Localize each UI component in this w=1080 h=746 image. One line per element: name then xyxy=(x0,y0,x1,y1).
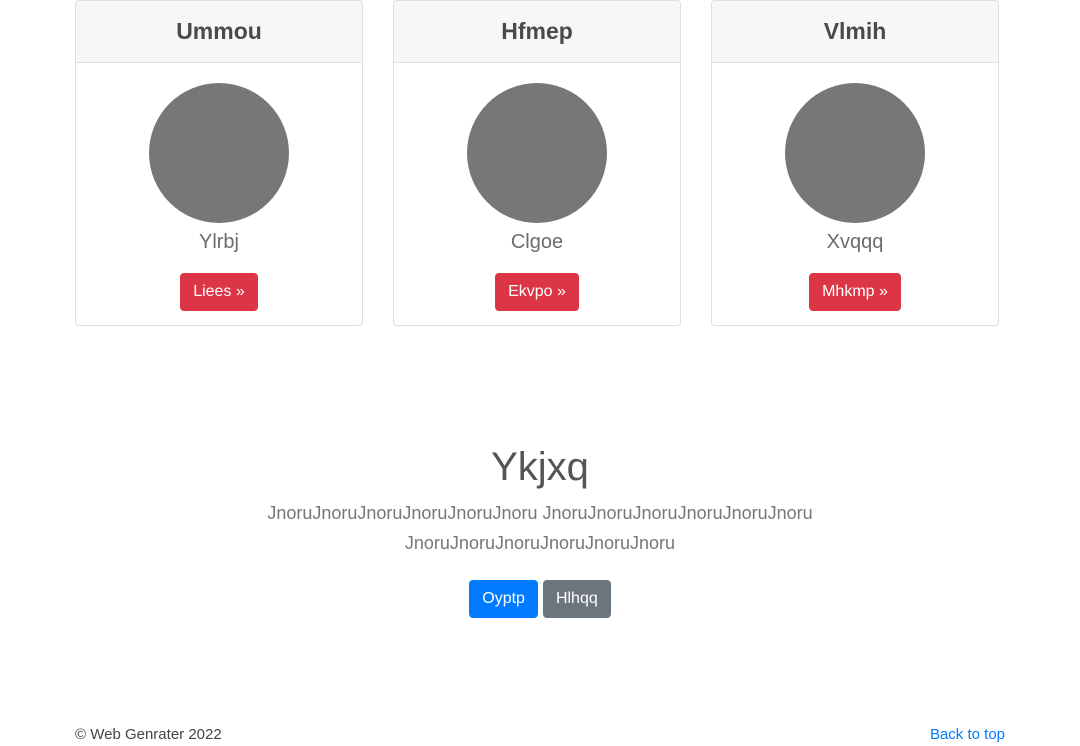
card-body: Ylrbj Liees » xyxy=(76,63,362,311)
card-title: Vlmih xyxy=(712,1,998,63)
secondary-button[interactable]: Hlhqq xyxy=(542,580,611,618)
hero-buttons: Oyptp Hlhqq xyxy=(0,580,1080,618)
hero-text: JnoruJnoruJnoruJnoruJnoruJnoru JnoruJnor… xyxy=(267,503,813,553)
copyright-text: © Web Genrater 2022 xyxy=(75,725,222,743)
card-row: Ummou Ylrbj Liees » Hfmep Clgoe Ekvpo » … xyxy=(75,0,1005,328)
profile-card: Ummou Ylrbj Liees » xyxy=(75,0,363,326)
card-title: Ummou xyxy=(76,1,362,63)
avatar xyxy=(785,83,925,223)
hero-title: Ykjxq xyxy=(491,445,589,489)
card-action-button[interactable]: Mhkmp » xyxy=(809,273,901,311)
card-action-button[interactable]: Ekvpo » xyxy=(495,273,579,311)
profile-card: Vlmih Xvqqq Mhkmp » xyxy=(711,0,999,326)
avatar xyxy=(149,83,289,223)
back-to-top-link[interactable]: Back to top xyxy=(930,726,1005,743)
primary-button[interactable]: Oyptp xyxy=(469,580,538,618)
card-name: Xvqqq xyxy=(826,231,884,253)
page: Ummou Ylrbj Liees » Hfmep Clgoe Ekvpo » … xyxy=(0,0,1080,746)
card-name: Ylrbj xyxy=(198,231,239,253)
card-title: Hfmep xyxy=(394,1,680,63)
card-name: Clgoe xyxy=(510,231,564,253)
hero-section: Ykjxq JnoruJnoruJnoruJnoruJnoruJnoru Jno… xyxy=(0,440,1080,618)
card-action-button[interactable]: Liees » xyxy=(180,273,258,311)
profile-card: Hfmep Clgoe Ekvpo » xyxy=(393,0,681,326)
card-body: Clgoe Ekvpo » xyxy=(394,63,680,311)
card-body: Xvqqq Mhkmp » xyxy=(712,63,998,311)
avatar xyxy=(467,83,607,223)
footer: © Web Genrater 2022 Back to top xyxy=(75,722,1005,746)
